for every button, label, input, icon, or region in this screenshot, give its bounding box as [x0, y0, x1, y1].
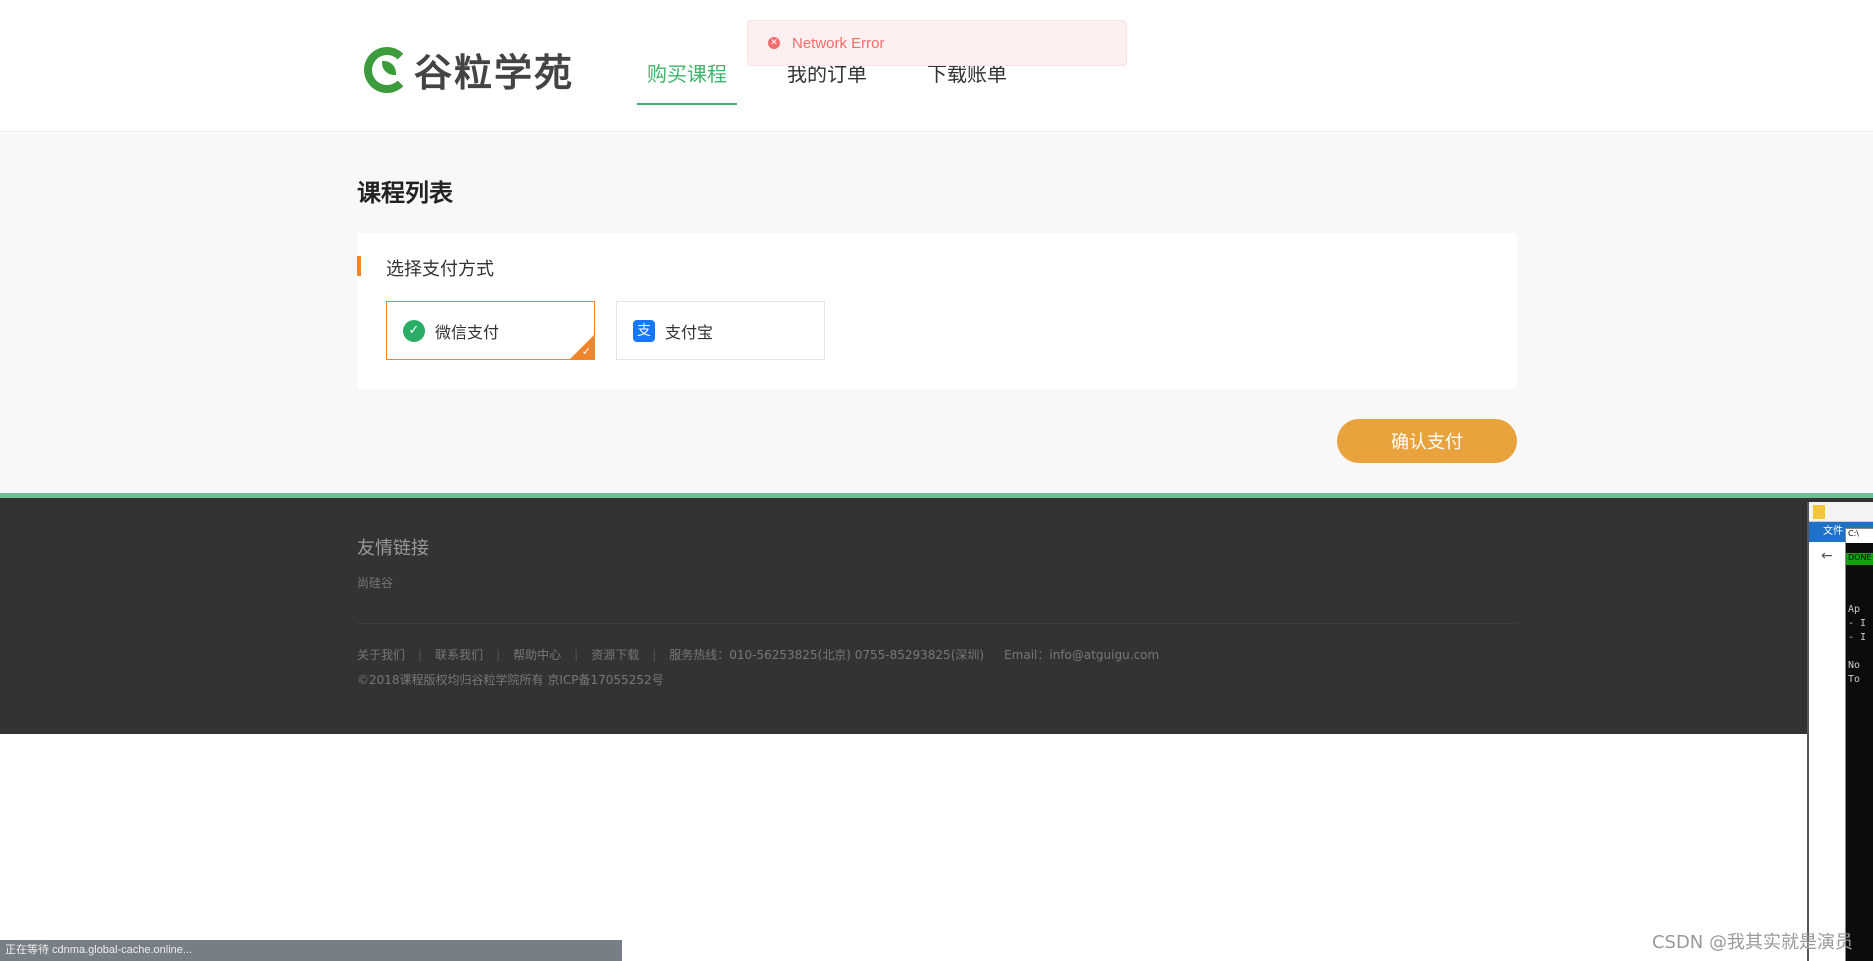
terminal-window-fragment: C:\ DONE Ap - I - I No To	[1845, 528, 1873, 961]
browser-status-bar: 正在等待 cdnma.global-cache.online...	[0, 940, 622, 961]
wechat-icon: ✓	[403, 319, 425, 342]
site-footer: 友情链接 尚硅谷 关于我们 | 联系我们 | 帮助中心 | 资源下载 | 服务热…	[0, 493, 1873, 734]
check-icon: ✓	[581, 345, 591, 358]
payment-method-card: 选择支付方式 ✓ 微信支付 ✓ 支 支付宝	[357, 233, 1517, 389]
footer-hotline: 服务热线：010-56253825(北京) 0755-85293825(深圳)	[669, 648, 985, 662]
separator: |	[496, 647, 501, 662]
terminal-output: Ap - I - I No To	[1848, 604, 1867, 685]
alipay-option[interactable]: 支 支付宝	[616, 301, 825, 360]
nav-buy-courses[interactable]: 购买课程	[637, 58, 737, 105]
close-circle-icon: ✕	[768, 37, 780, 49]
footer-links-row: 关于我们 | 联系我们 | 帮助中心 | 资源下载 | 服务热线：010-562…	[357, 646, 1159, 663]
separator: |	[652, 647, 657, 662]
alipay-label: 支付宝	[665, 322, 714, 342]
terminal-title: C:\	[1846, 529, 1873, 543]
separator: |	[418, 647, 423, 662]
copyright-text: ©2018课程版权均归谷粒学院所有 京ICP备17055252号	[357, 673, 664, 687]
done-badge: DONE	[1846, 553, 1873, 565]
wechat-pay-option[interactable]: ✓ 微信支付 ✓	[386, 301, 595, 360]
footer-email: Email：info@atguigu.com	[1004, 648, 1160, 662]
page-title: 课程列表	[357, 179, 453, 207]
window-toolbar	[1809, 502, 1873, 522]
footer-link-downloads[interactable]: 资源下载	[591, 646, 639, 663]
section-accent-bar	[357, 256, 361, 276]
toast-message: Network Error	[792, 34, 885, 52]
folder-icon	[1813, 504, 1825, 519]
csdn-watermark: CSDN @我其实就是演员	[1651, 932, 1853, 953]
separator: |	[574, 647, 579, 662]
logo-icon	[364, 46, 410, 93]
friend-link-atguigu[interactable]: 尚硅谷	[357, 574, 393, 591]
site-logo[interactable]: 谷粒学苑	[364, 42, 574, 97]
logo-text: 谷粒学苑	[414, 51, 575, 95]
friend-links-title: 友情链接	[357, 538, 429, 559]
footer-link-contact[interactable]: 联系我们	[435, 646, 483, 663]
main-content: 课程列表 选择支付方式 ✓ 微信支付 ✓ 支 支付宝 确认支付	[0, 133, 1873, 493]
footer-link-about[interactable]: 关于我们	[357, 646, 405, 663]
confirm-payment-button[interactable]: 确认支付	[1337, 419, 1517, 463]
payment-section-title: 选择支付方式	[386, 259, 494, 280]
footer-link-help[interactable]: 帮助中心	[513, 646, 561, 663]
wechat-pay-label: 微信支付	[435, 322, 500, 342]
footer-divider	[357, 623, 1517, 624]
explorer-window-fragment: 文件 ← C:\ DONE Ap - I - I No To	[1807, 502, 1873, 961]
alipay-icon: 支	[633, 319, 655, 342]
error-toast: ✕ Network Error	[747, 20, 1127, 66]
